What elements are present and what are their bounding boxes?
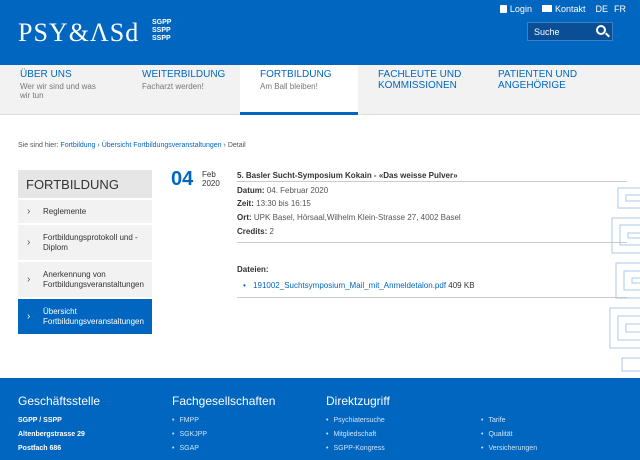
site-header: PSY&ΛSd SGPP SSPP SSPP Login Kontakt DE …	[0, 0, 640, 65]
footer-title-fachgesellschaften: Fachgesellschaften	[172, 394, 276, 408]
lang-fr-link[interactable]: FR	[614, 4, 626, 14]
footer-link-sgkjpp[interactable]: SGKJPP	[172, 431, 207, 438]
sidebar-item-uebersicht[interactable]: › Übersicht Fortbildungsveranstaltungen	[18, 298, 152, 334]
event-date: Datum: 04. Februar 2020	[237, 186, 329, 195]
nav-fortbildung[interactable]: FORTBILDUNG Am Ball bleiben!	[240, 65, 358, 115]
nav-patienten[interactable]: PATIENTEN UND ANGEHÖRIGE	[478, 65, 603, 115]
lang-de-link[interactable]: DE	[595, 4, 608, 14]
footer-link-sgap[interactable]: SGAP	[172, 445, 198, 452]
footer-link-mitgliedschaft[interactable]: Mitgliedschaft	[326, 431, 376, 438]
top-links: Login Kontakt DE FR	[499, 4, 626, 14]
login-link[interactable]: Login	[499, 4, 532, 14]
main-nav: ÜBER UNS Wer wir sind und was wir tun WE…	[0, 65, 640, 115]
footer-title-direktzugriff: Direktzugriff	[326, 394, 390, 408]
nav-ueber-uns[interactable]: ÜBER UNS Wer wir sind und was wir tun	[0, 65, 120, 115]
event-place: Ort: UPK Basel, Hörsaal,Wilhelm Klein-St…	[237, 213, 461, 222]
site-footer: Geschäftsstelle SGPP / SSPP Altenbergstr…	[0, 378, 640, 460]
sidebar-item-anerkennung[interactable]: › Anerkennung von Fortbildungsveranstalt…	[18, 261, 152, 297]
sidebar-item-protokoll[interactable]: › Fortbildungsprotokoll und -Diplom	[18, 224, 152, 260]
event-title: 5. Basler Sucht-Symposium Kokain - «Das …	[237, 171, 458, 180]
nav-fachleute[interactable]: FACHLEUTE UND KOMMISSIONEN	[358, 65, 478, 115]
logo-subtitle: SGPP SSPP SSPP	[152, 19, 172, 42]
footer-link-kongress[interactable]: SGPP-Kongress	[326, 445, 384, 452]
event-day: 04	[171, 168, 194, 190]
divider	[237, 297, 627, 298]
file-download-link[interactable]: 191002_Suchtsymposium_Mail_mit_Anmeldeta…	[253, 281, 446, 290]
lock-icon	[499, 5, 507, 13]
divider	[237, 242, 627, 243]
files-label: Dateien:	[237, 265, 269, 274]
sidebar-title: FORTBILDUNG	[18, 170, 152, 198]
contact-link[interactable]: Kontakt	[541, 4, 585, 14]
divider	[237, 181, 627, 182]
nav-weiterbildung[interactable]: WEITERBILDUNG Facharzt werden!	[122, 65, 242, 115]
footer-address-line: SGPP / SSPP	[18, 417, 62, 424]
footer-link-tarife[interactable]: Tarife	[481, 417, 505, 424]
breadcrumb: Sie sind hier: Fortbildung › Übersicht F…	[18, 142, 246, 149]
chevron-right-icon: ›	[27, 205, 31, 217]
footer-link-fmpp[interactable]: FMPP	[172, 417, 198, 424]
chevron-right-icon: ›	[27, 310, 31, 322]
footer-link-versicherungen[interactable]: Versicherungen	[481, 445, 537, 452]
mail-icon	[541, 5, 552, 12]
chevron-right-icon: ›	[27, 273, 31, 285]
breadcrumb-detail: Detail	[227, 142, 246, 149]
event-time: Zeit: 13:30 bis 16:15	[237, 199, 311, 208]
footer-address-line: Altenbergstrasse 29	[18, 431, 85, 438]
search-icon[interactable]	[596, 25, 606, 35]
sidebar-item-reglemente[interactable]: › Reglemente	[18, 199, 152, 223]
footer-title-geschaeftsstelle: Geschäftsstelle	[18, 394, 101, 408]
chevron-right-icon: ›	[27, 236, 31, 248]
maze-decoration-icon	[609, 187, 640, 372]
breadcrumb-uebersicht[interactable]: Übersicht Fortbildungsveranstaltungen	[102, 142, 222, 149]
footer-link-qualitaet[interactable]: Qualität	[481, 431, 512, 438]
event-month-year: Feb 2020	[202, 170, 220, 188]
footer-address-line: Postfach 686	[18, 445, 62, 452]
file-size: 409 KB	[448, 281, 475, 290]
event-credits: Credits: 2	[237, 227, 274, 236]
breadcrumb-fortbildung[interactable]: Fortbildung	[60, 142, 95, 149]
file-item: • 191002_Suchtsymposium_Mail_mit_Anmelde…	[243, 281, 475, 290]
site-logo[interactable]: PSY&ΛSd	[18, 18, 139, 48]
footer-link-psychiatersuche[interactable]: Psychiatersuche	[326, 417, 384, 424]
